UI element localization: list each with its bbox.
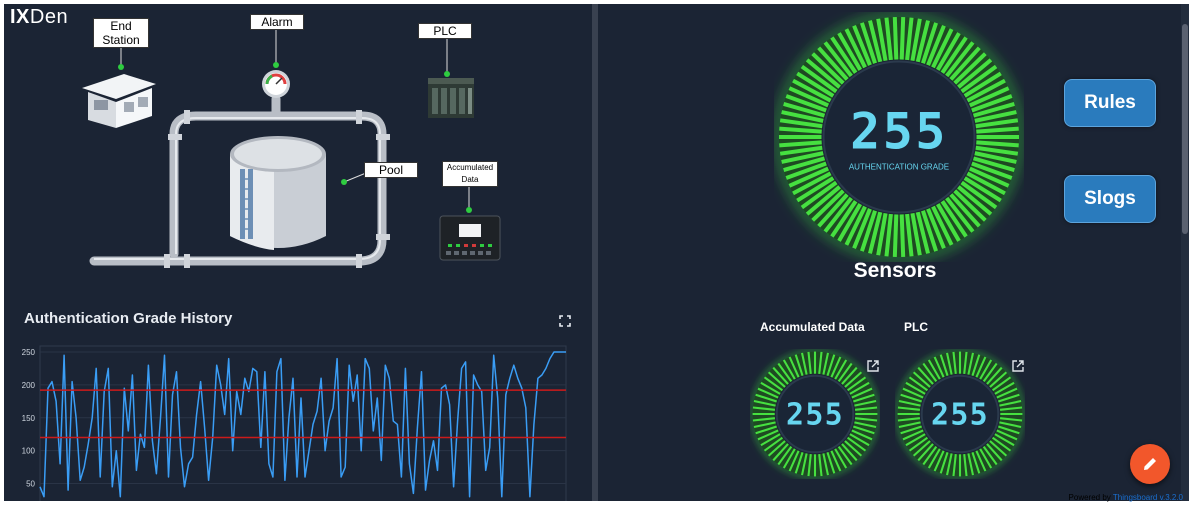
- dashboard-frame: IXDen End Station Alarm PLC Pool Accumul…: [4, 4, 1189, 501]
- plc-label: PLC: [418, 23, 472, 39]
- pencil-icon: [1144, 458, 1156, 470]
- alarm-gauge-icon: [262, 70, 290, 98]
- controller-icon: [439, 215, 501, 261]
- plc-gauge: 255: [895, 349, 1025, 479]
- authentication-grade-gauge: 255 AUTHENTICATION GRADE: [774, 12, 1024, 262]
- sensors-title: Sensors: [853, 259, 937, 282]
- history-chart: 250 200 150 100 50: [22, 345, 567, 501]
- plant-diagram: [82, 30, 501, 268]
- edit-fab-button[interactable]: [1130, 444, 1170, 484]
- panel-divider[interactable]: [590, 4, 600, 501]
- plc-icon: [428, 78, 474, 118]
- tank-icon: [230, 136, 326, 250]
- y-tick-label: 150: [22, 414, 36, 423]
- gauge-value: 255: [786, 397, 844, 432]
- y-tick-label: 50: [26, 480, 35, 489]
- gauge-label: AUTHENTICATION GRADE: [849, 163, 949, 172]
- end-station-icon: [82, 74, 156, 128]
- fullscreen-icon[interactable]: [559, 315, 571, 327]
- y-tick-label: 100: [22, 447, 36, 456]
- accumulated-data-label: Accumulated Data: [442, 161, 498, 187]
- slogs-button[interactable]: Slogs: [1064, 175, 1156, 223]
- open-link-icon[interactable]: [866, 359, 880, 373]
- thingsboard-link[interactable]: Thingsboard v.3.2.0: [1113, 493, 1183, 502]
- right-panel: 255 AUTHENTICATION GRADE 255 255 Rules Sl…: [600, 4, 1189, 501]
- gauge-value: 255: [850, 102, 948, 160]
- chart-title: Authentication Grade History: [24, 310, 233, 327]
- accumulated-data-gauge: 255: [750, 349, 880, 479]
- pool-label: Pool: [364, 162, 418, 178]
- alarm-label: Alarm: [250, 14, 304, 30]
- gauge-value: 255: [931, 397, 989, 432]
- rules-button[interactable]: Rules: [1064, 79, 1156, 127]
- powered-by: Powered by Thingsboard v.3.2.0: [1068, 493, 1183, 502]
- left-panel: IXDen End Station Alarm PLC Pool Accumul…: [4, 4, 590, 501]
- sensor2-title: PLC: [904, 320, 928, 334]
- y-tick-label: 250: [22, 348, 36, 357]
- y-tick-label: 200: [22, 381, 36, 390]
- open-link-icon[interactable]: [1011, 359, 1025, 373]
- end-station-label: End Station: [93, 18, 149, 48]
- right-scrollbar[interactable]: [1181, 4, 1189, 501]
- sensor1-title: Accumulated Data: [760, 320, 865, 334]
